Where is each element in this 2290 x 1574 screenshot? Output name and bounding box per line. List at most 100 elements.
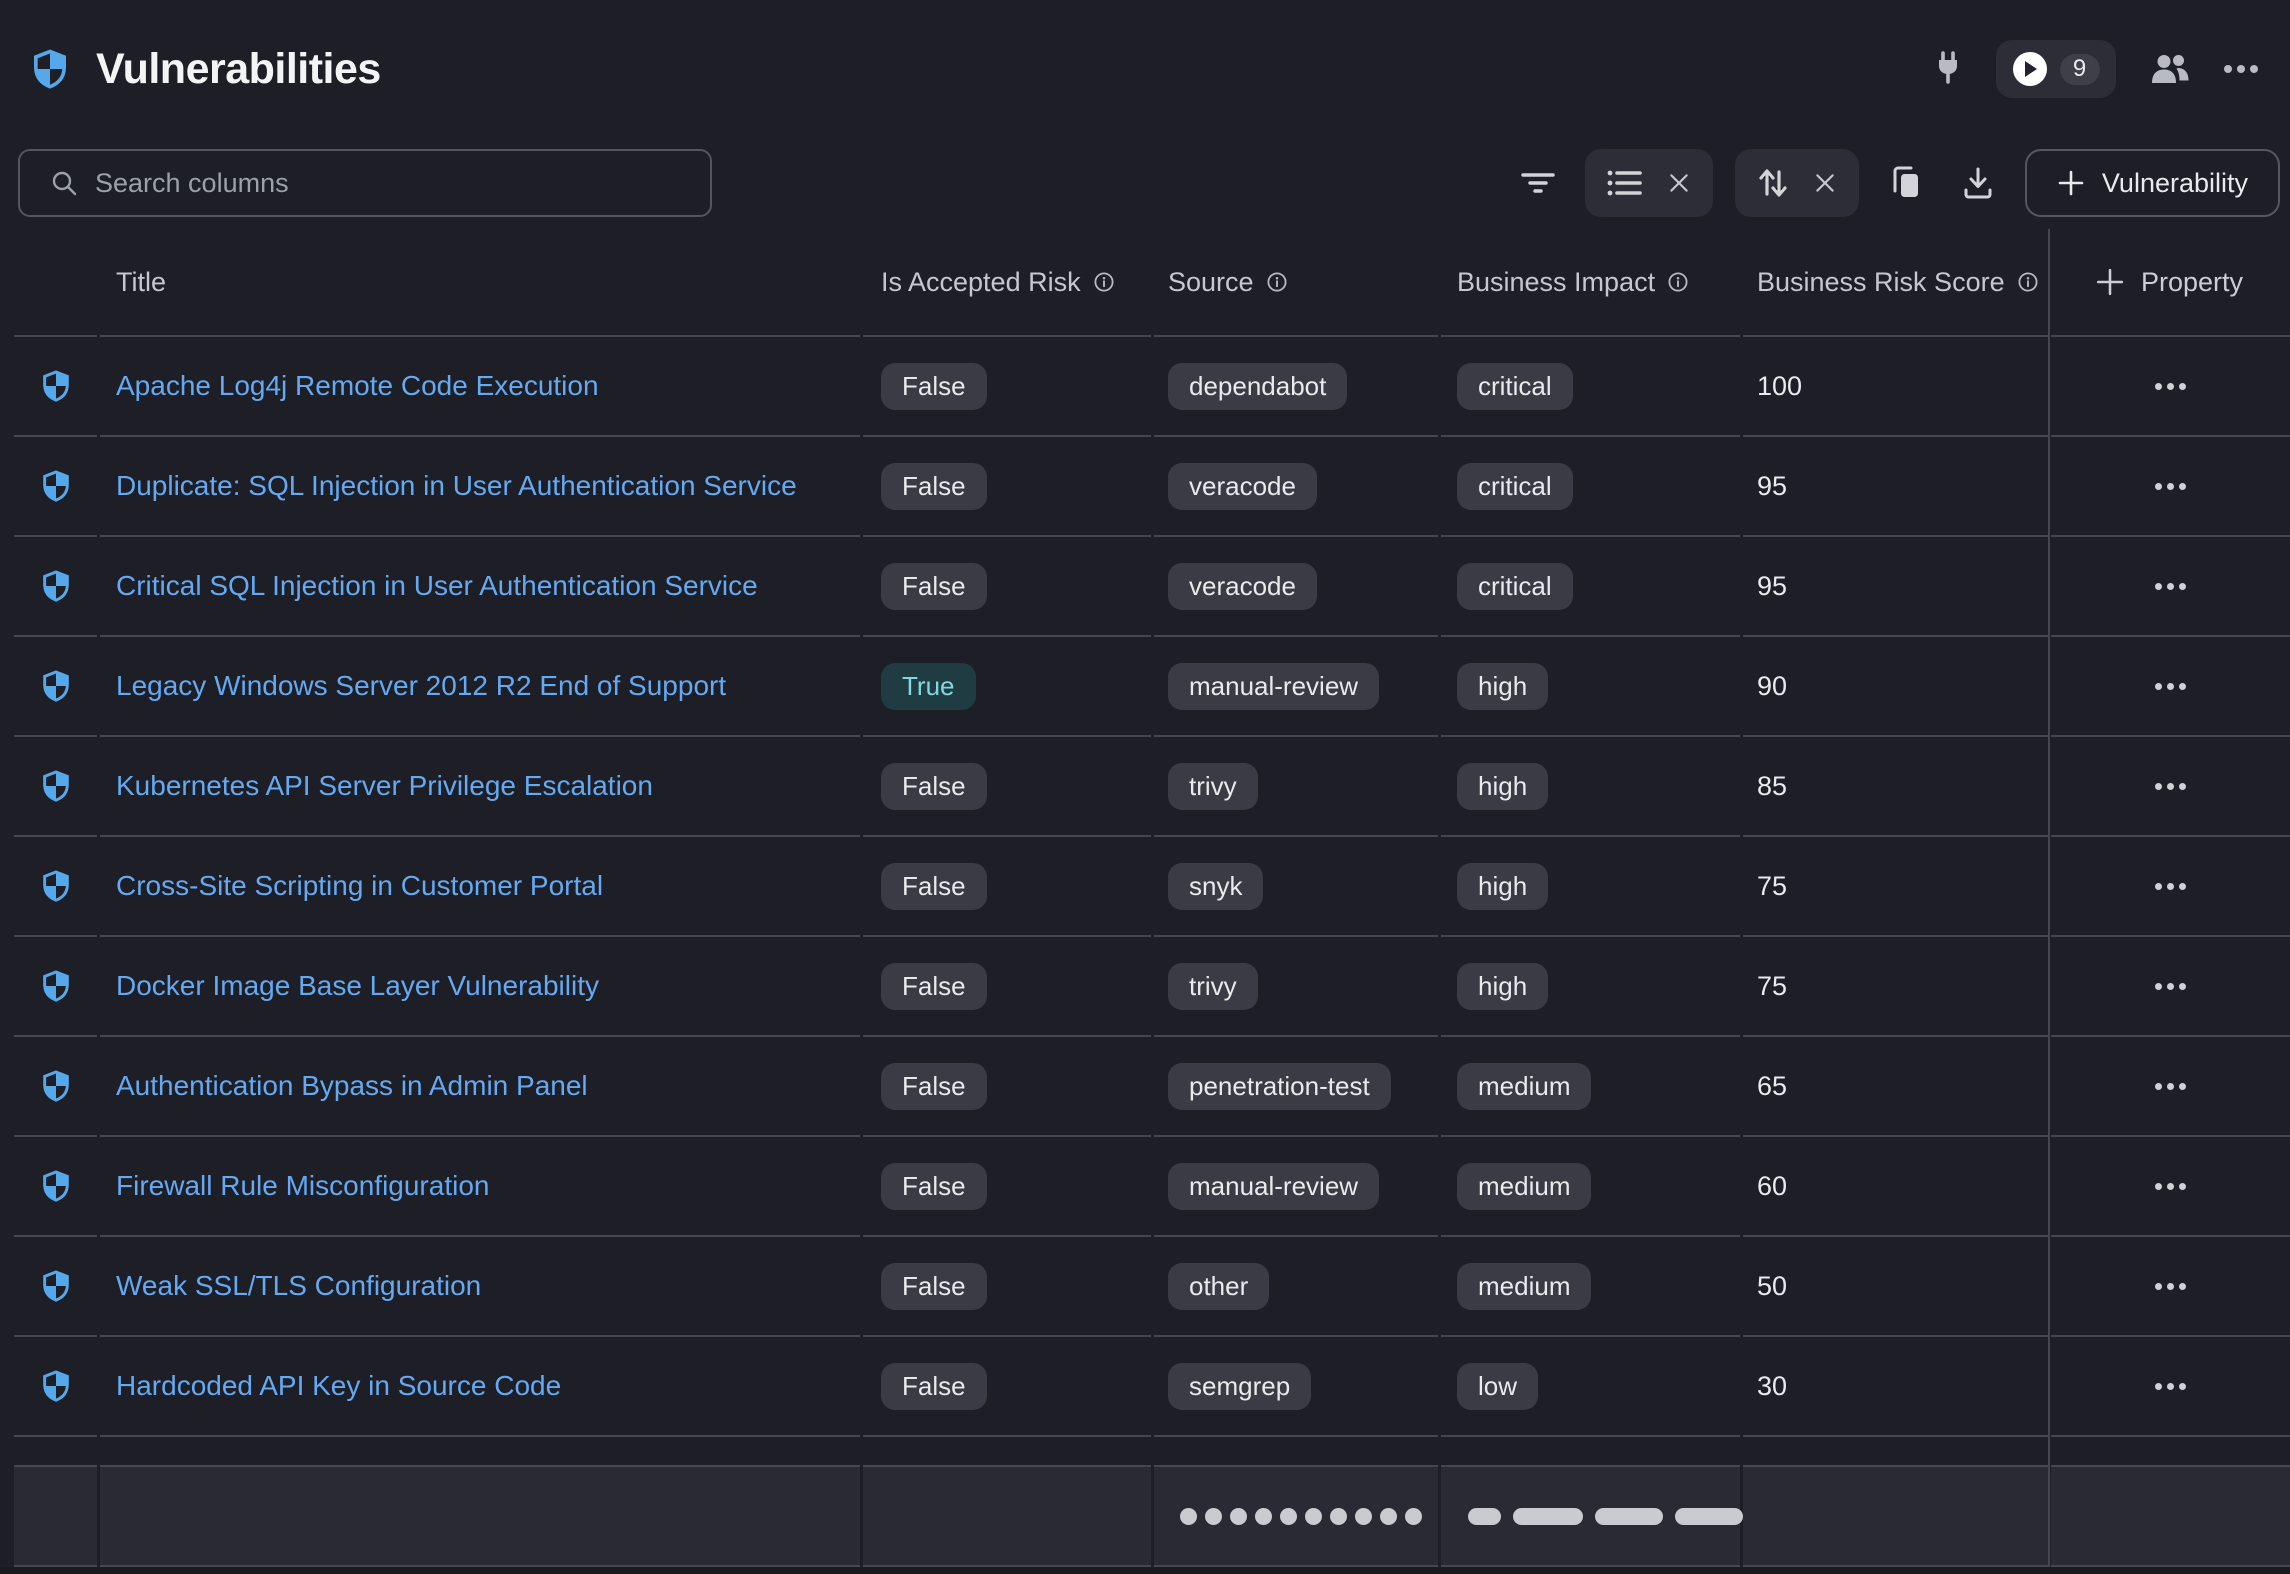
row-score-cell: 95: [1743, 537, 2048, 637]
row-actions-ellipsis-icon[interactable]: [2145, 1373, 2196, 1400]
vulnerability-title-link[interactable]: Cross-Site Scripting in Customer Portal: [116, 870, 603, 902]
row-actions-ellipsis-icon[interactable]: [2145, 573, 2196, 600]
row-shield-cell: [14, 437, 97, 537]
vulnerability-title-link[interactable]: Docker Image Base Layer Vulnerability: [116, 970, 599, 1002]
row-source-cell: manual-review: [1154, 1137, 1438, 1237]
row-score-cell: 95: [1743, 437, 2048, 537]
row-actions-ellipsis-icon[interactable]: [2145, 973, 2196, 1000]
column-header-accepted-risk: Is Accepted Risk: [863, 229, 1151, 337]
row-actions-ellipsis-icon[interactable]: [2145, 773, 2196, 800]
row-source-cell: snyk: [1154, 837, 1438, 937]
row-source-cell: semgrep: [1154, 1337, 1438, 1437]
row-title-cell: Docker Image Base Layer Vulnerability: [100, 937, 860, 1037]
empty-row-cell: [1441, 1437, 1740, 1467]
search-columns-box[interactable]: [18, 149, 712, 217]
list-icon[interactable]: [1607, 168, 1643, 198]
vulnerability-title-link[interactable]: Apache Log4j Remote Code Execution: [116, 370, 599, 402]
row-accepted-risk-cell: False: [863, 1037, 1151, 1137]
clear-group-close-icon[interactable]: [1667, 171, 1691, 195]
row-accepted-risk-cell: False: [863, 837, 1151, 937]
impact-badge: medium: [1457, 1163, 1591, 1210]
row-score-cell: 75: [1743, 837, 2048, 937]
row-impact-cell: high: [1441, 637, 1740, 737]
users-icon[interactable]: [2149, 52, 2191, 86]
footer-cell: [1743, 1467, 2048, 1567]
run-button[interactable]: 9: [1996, 40, 2116, 98]
row-impact-cell: critical: [1441, 337, 1740, 437]
row-source-cell: penetration-test: [1154, 1037, 1438, 1137]
info-icon[interactable]: [1093, 271, 1115, 293]
footer-cell: [1441, 1467, 1740, 1567]
row-title-cell: Cross-Site Scripting in Customer Portal: [100, 837, 860, 937]
accepted-risk-badge: False: [881, 1063, 987, 1110]
row-actions-ellipsis-icon[interactable]: [2145, 1273, 2196, 1300]
row-score-cell: 60: [1743, 1137, 2048, 1237]
vulnerability-title-link[interactable]: Firewall Rule Misconfiguration: [116, 1170, 489, 1202]
vulnerability-title-link[interactable]: Hardcoded API Key in Source Code: [116, 1370, 561, 1402]
download-icon[interactable]: [1953, 150, 2003, 216]
row-actions-cell: [2051, 1137, 2290, 1237]
more-menu-ellipsis-icon[interactable]: [2224, 65, 2258, 73]
column-header-icon-spacer: [14, 229, 97, 337]
row-actions-ellipsis-icon[interactable]: [2145, 673, 2196, 700]
shield-icon: [40, 1270, 72, 1302]
clear-sort-close-icon[interactable]: [1813, 171, 1837, 195]
column-header-business-risk-score: Business Risk Score: [1743, 229, 2048, 337]
row-source-cell: veracode: [1154, 537, 1438, 637]
pagination-skeleton-pills: [1457, 1508, 1743, 1525]
row-actions-ellipsis-icon[interactable]: [2145, 1073, 2196, 1100]
sort-chip: [1735, 149, 1859, 217]
shield-icon: [40, 1070, 72, 1102]
impact-badge: high: [1457, 663, 1548, 710]
row-title-cell: Legacy Windows Server 2012 R2 End of Sup…: [100, 637, 860, 737]
search-input[interactable]: [95, 168, 655, 199]
row-score-cell: 100: [1743, 337, 2048, 437]
row-accepted-risk-cell: False: [863, 1137, 1151, 1237]
row-actions-cell: [2051, 1237, 2290, 1337]
pagination-skeleton-dots: [1168, 1508, 1422, 1525]
row-impact-cell: high: [1441, 937, 1740, 1037]
row-impact-cell: medium: [1441, 1137, 1740, 1237]
vulnerability-title-link[interactable]: Authentication Bypass in Admin Panel: [116, 1070, 588, 1102]
plug-icon[interactable]: [1933, 51, 1963, 87]
empty-row-cell: [863, 1437, 1151, 1467]
vulnerability-title-link[interactable]: Weak SSL/TLS Configuration: [116, 1270, 481, 1302]
add-vulnerability-label: Vulnerability: [2102, 168, 2248, 199]
row-accepted-risk-cell: False: [863, 737, 1151, 837]
shield-icon: [40, 1370, 72, 1402]
swap-vertical-icon[interactable]: [1757, 165, 1789, 201]
play-circle-icon[interactable]: [2013, 52, 2047, 86]
vulnerability-title-link[interactable]: Duplicate: SQL Injection in User Authent…: [116, 470, 797, 502]
accepted-risk-badge: True: [881, 663, 976, 710]
risk-score-value: 60: [1757, 1171, 1787, 1202]
filter-icon[interactable]: [1513, 150, 1563, 216]
risk-score-value: 90: [1757, 671, 1787, 702]
source-badge: penetration-test: [1168, 1063, 1391, 1110]
vulnerability-title-link[interactable]: Legacy Windows Server 2012 R2 End of Sup…: [116, 670, 726, 702]
top-bar-actions: 9: [1933, 40, 2258, 98]
source-badge: manual-review: [1168, 663, 1379, 710]
info-icon[interactable]: [1667, 271, 1689, 293]
risk-score-value: 75: [1757, 971, 1787, 1002]
vulnerability-title-link[interactable]: Kubernetes API Server Privilege Escalati…: [116, 770, 653, 802]
row-actions-ellipsis-icon[interactable]: [2145, 373, 2196, 400]
row-actions-cell: [2051, 337, 2290, 437]
row-accepted-risk-cell: False: [863, 337, 1151, 437]
source-badge: trivy: [1168, 963, 1258, 1010]
info-icon[interactable]: [2017, 271, 2039, 293]
copy-icon[interactable]: [1881, 150, 1931, 216]
row-impact-cell: critical: [1441, 437, 1740, 537]
row-score-cell: 85: [1743, 737, 2048, 837]
add-property-column-button[interactable]: Property: [2051, 229, 2290, 337]
impact-badge: critical: [1457, 463, 1573, 510]
row-actions-ellipsis-icon[interactable]: [2145, 473, 2196, 500]
vulnerability-title-link[interactable]: Critical SQL Injection in User Authentic…: [116, 570, 758, 602]
row-actions-ellipsis-icon[interactable]: [2145, 1173, 2196, 1200]
plus-icon: [2057, 169, 2085, 197]
add-vulnerability-button[interactable]: Vulnerability: [2025, 149, 2280, 217]
info-icon[interactable]: [1266, 271, 1288, 293]
row-actions-ellipsis-icon[interactable]: [2145, 873, 2196, 900]
empty-row-cell: [1743, 1437, 2048, 1467]
row-accepted-risk-cell: True: [863, 637, 1151, 737]
column-header-business-impact: Business Impact: [1441, 229, 1740, 337]
